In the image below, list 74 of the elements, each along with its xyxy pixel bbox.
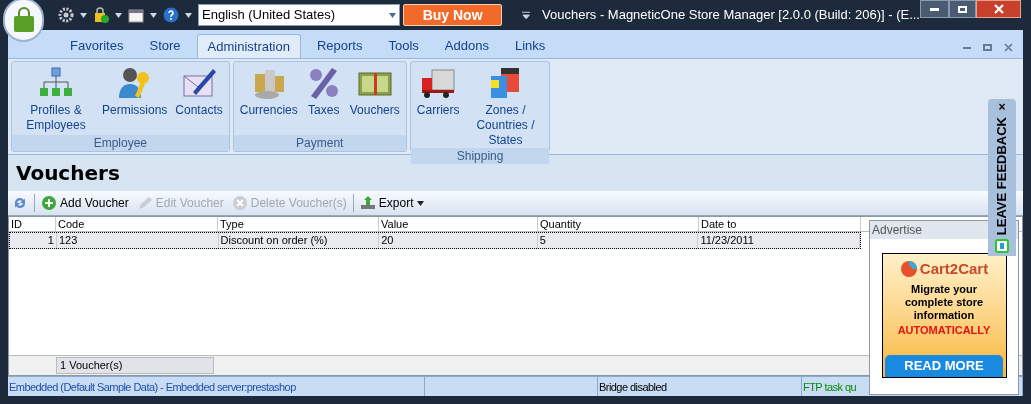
ribbon-tab[interactable]: Reports: [306, 34, 373, 58]
column-header[interactable]: Date to: [699, 217, 861, 231]
refresh-icon: [12, 195, 28, 211]
minimize-button[interactable]: [920, 0, 949, 18]
plus-icon: [41, 195, 57, 211]
ad-banner[interactable]: Cart2Cart Migrate your complete store information AUTOMATICALLY READ MORE: [881, 253, 1007, 378]
ribbon-tab[interactable]: Links: [504, 34, 556, 58]
language-dropdown[interactable]: English (United States): [198, 4, 401, 26]
ribbon-button[interactable]: Carriers: [412, 66, 464, 148]
envelope-pen-icon: [181, 66, 218, 100]
table-cell: 11/23/2011: [698, 233, 860, 248]
truck-icon: [420, 66, 457, 100]
read-more-button[interactable]: READ MORE: [885, 355, 1003, 377]
feedback-logo-icon: [995, 239, 1009, 254]
status-text: Bridge disabled: [598, 377, 802, 396]
ribbon-button[interactable]: Currencies: [235, 66, 302, 135]
status-text: Embedded (Default Sample Data) - Embedded server:prestashop: [8, 377, 425, 396]
window-icon[interactable]: [128, 7, 145, 23]
column-header[interactable]: Code: [56, 217, 218, 231]
table-cell: 20: [379, 233, 538, 248]
record-count: 1 Voucher(s): [56, 357, 214, 374]
group-label: Shipping: [410, 148, 550, 164]
ribbon-tab[interactable]: Tools: [378, 34, 429, 58]
table-cell: Discount on order (%): [218, 233, 380, 248]
export-icon: [359, 195, 376, 211]
caret-icon: [80, 12, 88, 18]
table-cell: 123: [56, 233, 219, 248]
column-header[interactable]: Quantity: [538, 217, 699, 231]
restore-icon[interactable]: [983, 44, 992, 51]
column-header[interactable]: Type: [218, 217, 379, 231]
ribbon-button[interactable]: Taxes: [301, 66, 346, 135]
column-header[interactable]: Value: [379, 217, 538, 231]
window-title: Vouchers - MagneticOne Store Manager [2.0.0 (Build: 206)] - (E...: [542, 6, 920, 25]
ribbon-button[interactable]: Profiles & Employees: [14, 66, 98, 135]
page-title: Vouchers: [16, 160, 120, 187]
caret-icon[interactable]: [521, 10, 531, 20]
ribbon-tab[interactable]: Administration: [196, 34, 301, 58]
ribbon-button[interactable]: Permissions: [98, 66, 172, 135]
caret-icon: [416, 200, 424, 206]
pencil-icon: [136, 195, 153, 211]
group-label: Payment: [233, 135, 406, 151]
maximize-button[interactable]: [949, 0, 976, 18]
group-label: Employee: [12, 135, 229, 151]
ribbon-tab[interactable]: Addons: [434, 34, 499, 58]
caret-icon: [185, 12, 193, 18]
caret-icon: [150, 12, 158, 18]
ribbon-button[interactable]: Zones / Countries / States: [463, 66, 548, 148]
ribbon-button[interactable]: Contacts: [171, 66, 227, 135]
feedback-tab[interactable]: × LEAVE FEEDBACK: [988, 99, 1016, 256]
ribbon-tab[interactable]: Favorites: [60, 34, 134, 58]
brand-name: Cart2Cart: [919, 259, 989, 279]
app-orb-button[interactable]: [3, 0, 45, 42]
table-cell: 5: [537, 233, 699, 248]
delete-icon: [231, 195, 248, 211]
close-icon[interactable]: [1004, 43, 1013, 52]
toolbar-button[interactable]: Add Voucher: [39, 193, 131, 213]
table-row[interactable]: 1 123 Discount on order (%) 20 5 11/23/2011: [9, 232, 861, 249]
caret-icon: [115, 12, 123, 18]
ad-text: Migrate your complete store information: [903, 282, 985, 322]
caret-icon: [389, 12, 397, 18]
ribbon-tab[interactable]: Store: [139, 34, 191, 58]
toolbar-button[interactable]: Export: [357, 193, 426, 213]
column-header[interactable]: ID: [9, 217, 56, 231]
gear-icon[interactable]: [58, 7, 75, 23]
minimize-icon[interactable]: [963, 46, 971, 49]
ad-highlight: AUTOMATICALLY: [897, 322, 991, 338]
logo-icon: [899, 260, 918, 279]
close-button[interactable]: [976, 0, 1021, 18]
lock-check-icon[interactable]: [93, 7, 110, 23]
close-icon: [993, 4, 1004, 14]
close-feedback[interactable]: ×: [998, 101, 1006, 113]
ribbon-button[interactable]: Vouchers: [345, 66, 404, 135]
table-cell: 1: [10, 233, 57, 248]
help-icon[interactable]: [163, 7, 180, 23]
